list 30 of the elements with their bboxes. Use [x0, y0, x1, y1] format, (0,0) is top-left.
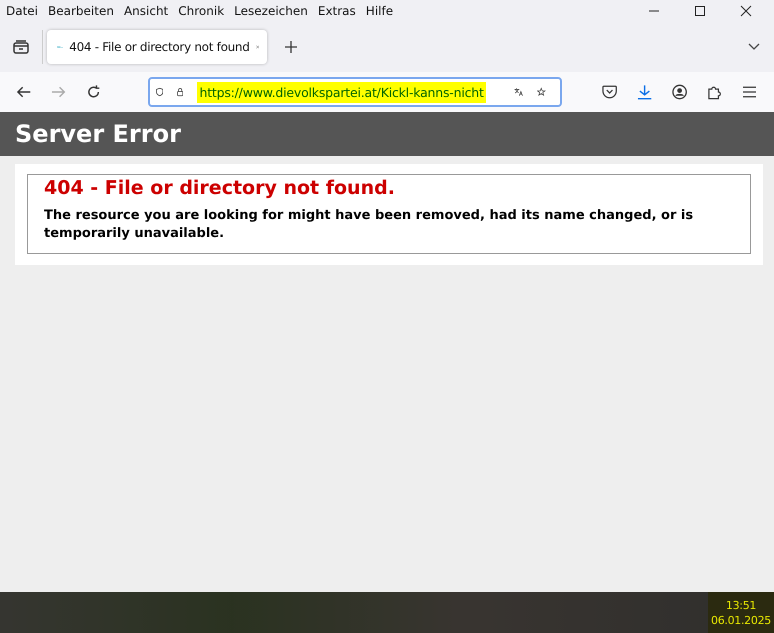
url-text: https://www.dievolkspartei.at/Kickl-kanns-nicht	[197, 82, 486, 102]
error-message: The resource you are looking for might have been removed, had its name changed, or is temporarily unavailable.	[44, 207, 694, 243]
clock-date: 06.01.2025	[711, 614, 771, 626]
maximize-icon[interactable]	[694, 5, 706, 17]
page-header: Server Error	[0, 112, 774, 156]
menu-item[interactable]: Ansicht	[124, 4, 168, 18]
close-icon[interactable]	[740, 5, 752, 17]
menu-item[interactable]: Extras	[318, 4, 356, 18]
reload-icon[interactable]	[86, 84, 102, 100]
browser-tab[interactable]: 404 - File or directory not found	[47, 30, 267, 64]
error-title: 404 - File or directory not found.	[44, 177, 396, 199]
menu-item[interactable]: Bearbeiten	[48, 4, 114, 18]
download-icon[interactable]	[636, 84, 652, 100]
puzzle-icon[interactable]	[707, 84, 723, 100]
tab-title: 404 - File or directory not found	[69, 40, 250, 54]
back-icon[interactable]	[16, 85, 32, 99]
menu-item[interactable]: Hilfe	[366, 4, 394, 18]
pocket-icon[interactable]	[602, 85, 617, 99]
lines-icon	[57, 43, 64, 51]
menu-item[interactable]: Datei	[6, 4, 38, 18]
chevron-down-icon[interactable]	[748, 43, 760, 51]
account-icon[interactable]	[672, 84, 688, 100]
menu-icon[interactable]	[742, 86, 756, 98]
plus-icon[interactable]	[285, 41, 297, 53]
menu-item[interactable]: Lesezeichen	[234, 4, 308, 18]
tray-icon[interactable]	[12, 39, 30, 55]
menu-item[interactable]: Chronik	[178, 4, 224, 18]
address-bar[interactable]: https://www.dievolkspartei.at/Kickl-kanns-nicht	[148, 77, 562, 107]
clock[interactable]: 13:51 06.01.2025	[708, 592, 774, 633]
clock-time: 13:51	[726, 598, 756, 612]
